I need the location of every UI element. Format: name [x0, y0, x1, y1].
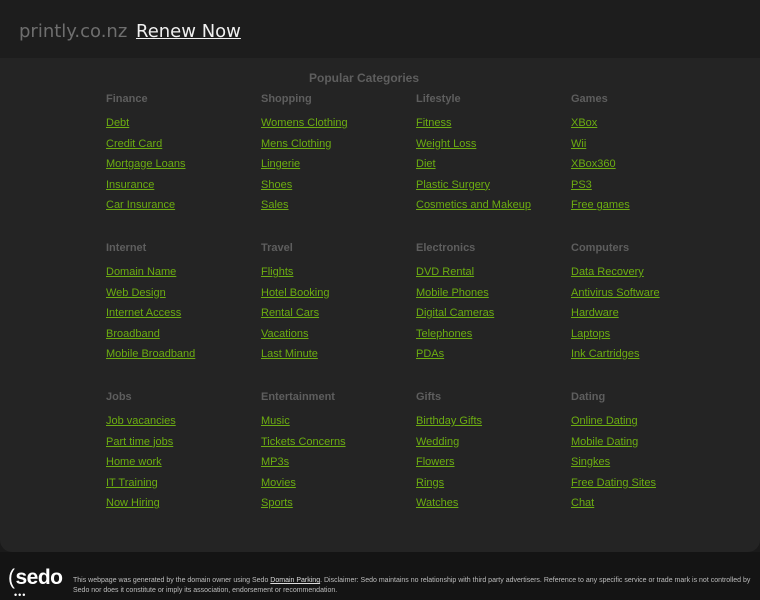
- category-link[interactable]: Insurance: [106, 179, 256, 200]
- category-link[interactable]: Debt: [106, 117, 256, 138]
- category-link[interactable]: Online Dating: [571, 415, 721, 436]
- parked-domain-page: printly.co.nz Renew Now Popular Categori…: [0, 0, 760, 600]
- category-title: Computers: [571, 242, 630, 254]
- category-link[interactable]: Free Dating Sites: [571, 477, 721, 498]
- category-link[interactable]: Mens Clothing: [261, 138, 411, 159]
- category-title: Travel: [261, 242, 293, 254]
- category-link[interactable]: PDAs: [416, 348, 566, 369]
- category-link[interactable]: Mortgage Loans: [106, 158, 256, 179]
- header-bar: printly.co.nz Renew Now: [0, 0, 760, 58]
- category-link[interactable]: Shoes: [261, 179, 411, 200]
- category-link[interactable]: PS3: [571, 179, 721, 200]
- category-internet: Internet Domain Name Web Design Internet Ac…: [106, 242, 256, 369]
- category-link[interactable]: Free games: [571, 199, 721, 220]
- category-link[interactable]: XBox360: [571, 158, 721, 179]
- category-link[interactable]: Rings: [416, 477, 566, 498]
- category-link[interactable]: Singkes: [571, 456, 721, 477]
- category-link[interactable]: Hardware: [571, 307, 721, 328]
- category-link[interactable]: Laptops: [571, 328, 721, 349]
- domain-parking-link[interactable]: Domain Parking: [270, 577, 320, 584]
- categories-panel: Popular Categories Finance Debt Credit Car…: [0, 58, 760, 552]
- category-computers: Computers Data Recovery Antivirus Software…: [571, 242, 721, 369]
- category-link[interactable]: Last Minute: [261, 348, 411, 369]
- category-link[interactable]: Diet: [416, 158, 566, 179]
- category-link[interactable]: Cosmetics and Makeup: [416, 199, 566, 220]
- category-link[interactable]: Rental Cars: [261, 307, 411, 328]
- category-link[interactable]: Domain Name: [106, 266, 256, 287]
- category-link[interactable]: Flights: [261, 266, 411, 287]
- renew-now-link[interactable]: Renew Now: [136, 21, 241, 42]
- category-link[interactable]: Flowers: [416, 456, 566, 477]
- category-link[interactable]: Movies: [261, 477, 411, 498]
- category-link[interactable]: Watches: [416, 497, 566, 518]
- category-travel: Travel Flights Hotel Booking Rental Cars Vac…: [261, 242, 411, 369]
- category-link[interactable]: Ink Cartridges: [571, 348, 721, 369]
- category-link[interactable]: Mobile Broadband: [106, 348, 256, 369]
- category-title: Lifestyle: [416, 93, 461, 105]
- category-link[interactable]: Vacations: [261, 328, 411, 349]
- category-title: Electronics: [416, 242, 476, 254]
- category-link[interactable]: MP3s: [261, 456, 411, 477]
- category-link[interactable]: Weight Loss: [416, 138, 566, 159]
- category-entertainment: Entertainment Music Tickets Concerns MP3s Mo…: [261, 391, 411, 518]
- footer: (sedo ••• This webpage was generated by …: [0, 552, 760, 600]
- category-lifestyle: Lifestyle Fitness Weight Loss Diet Plastic S…: [416, 93, 566, 220]
- disclaimer-text: This webpage was generated by the domain…: [73, 577, 751, 594]
- category-link[interactable]: Tickets Concerns: [261, 436, 411, 457]
- category-link[interactable]: XBox: [571, 117, 721, 138]
- category-link[interactable]: Data Recovery: [571, 266, 721, 287]
- category-gifts: Gifts Birthday Gifts Wedding Flowers Rings Wa…: [416, 391, 566, 518]
- category-link[interactable]: Chat: [571, 497, 721, 518]
- category-link[interactable]: Job vacancies: [106, 415, 256, 436]
- category-link[interactable]: Womens Clothing: [261, 117, 411, 138]
- category-title: Entertainment: [261, 391, 335, 403]
- category-link[interactable]: Hotel Booking: [261, 287, 411, 308]
- category-link[interactable]: Wii: [571, 138, 721, 159]
- category-title: Gifts: [416, 391, 442, 403]
- category-link[interactable]: IT Training: [106, 477, 256, 498]
- category-title: Dating: [571, 391, 606, 403]
- category-link[interactable]: Home work: [106, 456, 256, 477]
- category-link[interactable]: Sports: [261, 497, 411, 518]
- category-link[interactable]: Mobile Phones: [416, 287, 566, 308]
- category-link[interactable]: Lingerie: [261, 158, 411, 179]
- category-link[interactable]: Mobile Dating: [571, 436, 721, 457]
- category-finance: Finance Debt Credit Card Mortgage Loans Insu…: [106, 93, 256, 220]
- category-link[interactable]: Credit Card: [106, 138, 256, 159]
- category-link[interactable]: Plastic Surgery: [416, 179, 566, 200]
- category-games: Games XBox Wii XBox360 PS3 Free games: [571, 93, 721, 220]
- category-title: Internet: [106, 242, 147, 254]
- category-jobs: Jobs Job vacancies Part time jobs Home work…: [106, 391, 256, 518]
- sedo-logo: (sedo: [8, 566, 63, 589]
- category-title: Finance: [106, 93, 148, 105]
- sedo-logo-dots: •••: [14, 590, 27, 600]
- category-link[interactable]: Broadband: [106, 328, 256, 349]
- category-link[interactable]: Antivirus Software: [571, 287, 721, 308]
- category-link[interactable]: Internet Access: [106, 307, 256, 328]
- category-link[interactable]: Now Hiring: [106, 497, 256, 518]
- category-link[interactable]: Wedding: [416, 436, 566, 457]
- category-dating: Dating Online Dating Mobile Dating Singkes F…: [571, 391, 721, 518]
- category-link[interactable]: Telephones: [416, 328, 566, 349]
- category-shopping: Shopping Womens Clothing Mens Clothing Ling…: [261, 93, 411, 220]
- category-title: Jobs: [106, 391, 132, 403]
- category-link[interactable]: Music: [261, 415, 411, 436]
- category-link[interactable]: Part time jobs: [106, 436, 256, 457]
- category-link[interactable]: Car Insurance: [106, 199, 256, 220]
- category-link[interactable]: DVD Rental: [416, 266, 566, 287]
- category-link[interactable]: Birthday Gifts: [416, 415, 566, 436]
- domain-name: printly.co.nz: [19, 21, 128, 42]
- category-link[interactable]: Sales: [261, 199, 411, 220]
- category-electronics: Electronics DVD Rental Mobile Phones Digita…: [416, 242, 566, 369]
- category-link[interactable]: Digital Cameras: [416, 307, 566, 328]
- popular-categories-heading: Popular Categories: [308, 71, 420, 85]
- category-title: Games: [571, 93, 608, 105]
- category-title: Shopping: [261, 93, 312, 105]
- category-link[interactable]: Web Design: [106, 287, 256, 308]
- category-link[interactable]: Fitness: [416, 117, 566, 138]
